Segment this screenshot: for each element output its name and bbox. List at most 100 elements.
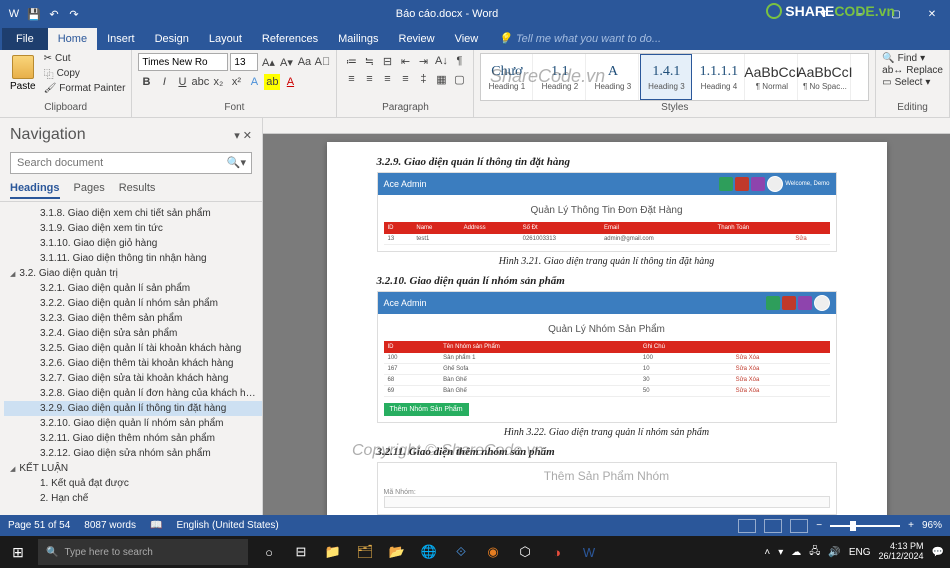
document-area[interactable]: 3.2.9. Giao diện quản lí thông tin đặt h…	[263, 118, 950, 515]
tab-insert[interactable]: Insert	[97, 28, 145, 50]
nav-heading-item[interactable]: 2. Hạn chế	[4, 491, 262, 506]
page-status[interactable]: Page 51 of 54	[8, 520, 70, 531]
web-layout-button[interactable]	[790, 519, 808, 533]
nav-heading-item[interactable]: 3.2.8. Giao diện quản lí đơn hàng của kh…	[4, 386, 262, 401]
nav-heading-item[interactable]: 3.1.9. Giao diện xem tin tức	[4, 221, 262, 236]
text-effects-icon[interactable]: A	[246, 74, 262, 90]
style-item[interactable]: ChươHeading 1	[481, 54, 533, 100]
nav-tree[interactable]: 3.1.8. Giao diện xem chi tiết sản phẩm3.…	[0, 202, 262, 515]
nav-tab-headings[interactable]: Headings	[10, 182, 60, 199]
word-count[interactable]: 8087 words	[84, 520, 136, 531]
replace-button[interactable]: ab↔ Replace	[882, 65, 943, 76]
style-item[interactable]: 1.1.1.1Heading 4	[693, 54, 745, 100]
nav-heading-item[interactable]: ◢ KẾT LUẬN	[4, 461, 262, 476]
find-button[interactable]: 🔍 Find ▾	[882, 53, 943, 64]
tab-view[interactable]: View	[445, 28, 489, 50]
undo-icon[interactable]: ↶	[46, 6, 62, 22]
tray-input-icon[interactable]: ENG	[849, 547, 871, 558]
nav-heading-item[interactable]: 3.2.9. Giao diện quản lí thông tin đặt h…	[4, 401, 262, 416]
nav-heading-item[interactable]: 3.2.10. Giao diện quản lí nhóm sản phẩm	[4, 416, 262, 431]
task-app-icon[interactable]: 🗂	[350, 536, 380, 568]
style-item[interactable]: 1.4.1Heading 3	[640, 54, 692, 100]
nav-heading-item[interactable]: 3.2.12. Giao diện sửa nhóm sản phẩm	[4, 446, 262, 461]
nav-heading-item[interactable]: 3.2.3. Giao diện thêm sản phẩm	[4, 311, 262, 326]
bullets-icon[interactable]: ≔	[343, 53, 359, 69]
task-cortana-icon[interactable]: ○	[254, 536, 284, 568]
numbering-icon[interactable]: ≒	[361, 53, 377, 69]
task-app-icon[interactable]: ◉	[478, 536, 508, 568]
cut-button[interactable]: ✂ Cut	[44, 53, 126, 64]
nav-tab-pages[interactable]: Pages	[74, 182, 105, 199]
redo-icon[interactable]: ↷	[66, 6, 82, 22]
spell-check-icon[interactable]: 📖	[150, 520, 162, 531]
increase-indent-icon[interactable]: ⇥	[415, 53, 431, 69]
copy-button[interactable]: ⿻ Copy	[44, 66, 126, 81]
justify-icon[interactable]: ≡	[397, 71, 413, 87]
style-item[interactable]: AaBbCcI¶ Normal	[746, 54, 798, 100]
style-item[interactable]: 1.1Heading 2	[534, 54, 586, 100]
zoom-level[interactable]: 96%	[922, 520, 942, 531]
nav-close-button[interactable]: ▾ ✕	[234, 129, 252, 142]
borders-icon[interactable]: ▢	[451, 71, 467, 87]
nav-heading-item[interactable]: 3.2.1. Giao diện quản lí sản phẩm	[4, 281, 262, 296]
nav-heading-item[interactable]: 3.2.7. Giao diện sửa tài khoản khách hàn…	[4, 371, 262, 386]
italic-icon[interactable]: I	[156, 74, 172, 90]
paste-button[interactable]: Paste	[6, 53, 40, 94]
tab-home[interactable]: Home	[48, 28, 97, 50]
nav-heading-item[interactable]: 1. Kết quả đạt được	[4, 476, 262, 491]
tray-network-icon[interactable]: 🖧	[809, 544, 820, 561]
task-view-icon[interactable]: ⊟	[286, 536, 316, 568]
shading-icon[interactable]: ▦	[433, 71, 449, 87]
nav-heading-item[interactable]: ◢ 3.2. Giao diện quản trị	[4, 266, 262, 281]
bold-icon[interactable]: B	[138, 74, 154, 90]
decrease-indent-icon[interactable]: ⇤	[397, 53, 413, 69]
tray-chevron-icon[interactable]: ˄	[764, 547, 770, 558]
read-mode-button[interactable]	[738, 519, 756, 533]
style-gallery[interactable]: ChươHeading 11.1Heading 2AHeading 31.4.1…	[480, 53, 869, 101]
print-layout-button[interactable]	[764, 519, 782, 533]
change-case-icon[interactable]: Aa	[296, 54, 312, 70]
nav-search-input[interactable]	[10, 152, 252, 174]
strike-icon[interactable]: abc	[192, 74, 208, 90]
align-right-icon[interactable]: ≡	[379, 71, 395, 87]
font-name-input[interactable]	[138, 53, 228, 71]
tab-review[interactable]: Review	[389, 28, 445, 50]
nav-tab-results[interactable]: Results	[119, 182, 156, 199]
shrink-font-icon[interactable]: A▾	[278, 54, 294, 70]
show-marks-icon[interactable]: ¶	[451, 53, 467, 69]
tab-design[interactable]: Design	[145, 28, 199, 50]
search-icon[interactable]: 🔍▾	[227, 156, 246, 169]
nav-heading-item[interactable]: 3.1.8. Giao diện xem chi tiết sản phẩm	[4, 206, 262, 221]
zoom-in-button[interactable]: +	[908, 520, 914, 531]
align-center-icon[interactable]: ≡	[361, 71, 377, 87]
align-left-icon[interactable]: ≡	[343, 71, 359, 87]
nav-heading-item[interactable]: 3.2.5. Giao diện quản lí tài khoản khách…	[4, 341, 262, 356]
format-painter-button[interactable]: 🖌 Format Painter	[44, 83, 126, 94]
tab-layout[interactable]: Layout	[199, 28, 252, 50]
font-color-icon[interactable]: A	[282, 74, 298, 90]
subscript-icon[interactable]: x₂	[210, 74, 226, 90]
zoom-out-button[interactable]: −	[816, 520, 822, 531]
save-icon[interactable]: 💾	[26, 6, 42, 22]
tray-volume-icon[interactable]: 🔊	[828, 547, 840, 558]
nav-heading-item[interactable]: 3.2.2. Giao diện quản lí nhóm sản phẩm	[4, 296, 262, 311]
multilevel-icon[interactable]: ⊟	[379, 53, 395, 69]
task-chrome-icon[interactable]: 🌐	[414, 536, 444, 568]
ruler[interactable]	[263, 118, 950, 134]
tell-me-input[interactable]: 💡 Tell me what you want to do...	[488, 27, 671, 50]
task-app-icon[interactable]: 📁	[318, 536, 348, 568]
tray-onedrive-icon[interactable]: ☁	[791, 547, 801, 558]
superscript-icon[interactable]: x²	[228, 74, 244, 90]
select-button[interactable]: ▭ Select ▾	[882, 77, 943, 88]
tray-clock[interactable]: 4:13 PM 26/12/2024	[879, 542, 924, 562]
tab-file[interactable]: File	[2, 28, 48, 50]
nav-heading-item[interactable]: 3.1.11. Giao diện thông tin nhận hàng	[4, 251, 262, 266]
line-spacing-icon[interactable]: ‡	[415, 71, 431, 87]
task-explorer-icon[interactable]: 📂	[382, 536, 412, 568]
nav-heading-item[interactable]: 3.1.10. Giao diện giỏ hàng	[4, 236, 262, 251]
task-app-icon[interactable]: ⬡	[510, 536, 540, 568]
task-word-icon[interactable]: W	[574, 536, 604, 568]
nav-heading-item[interactable]: 3.2.6. Giao diện thêm tài khoản khách hà…	[4, 356, 262, 371]
close-button[interactable]: ✕	[914, 0, 950, 28]
start-button[interactable]: ⊞	[0, 544, 36, 561]
